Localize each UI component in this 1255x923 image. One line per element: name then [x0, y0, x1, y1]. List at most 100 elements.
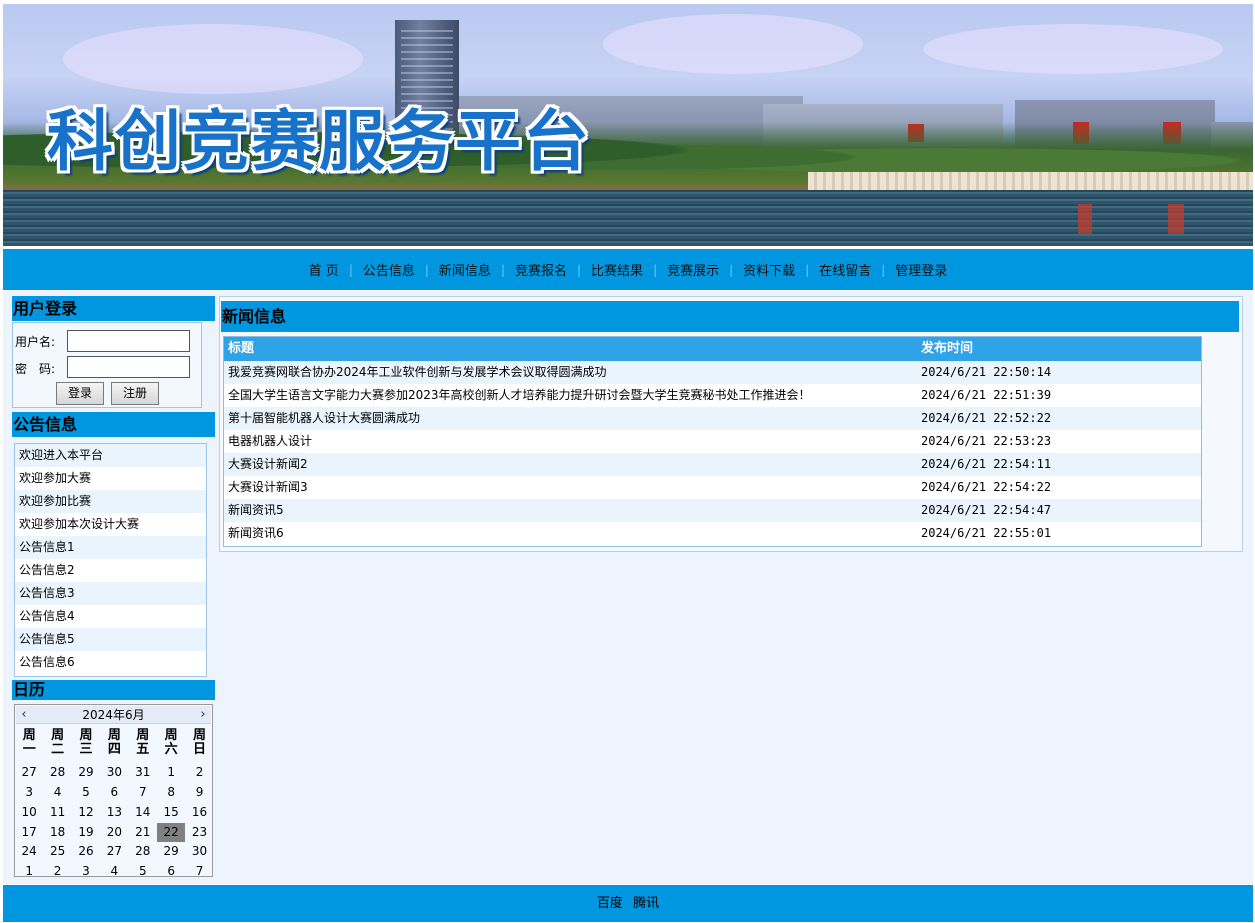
calendar-day[interactable]: 11 — [43, 803, 71, 822]
calendar-day[interactable]: 23 — [185, 823, 213, 842]
calendar-day[interactable]: 4 — [43, 783, 71, 802]
news-row-title[interactable]: 大赛设计新闻3 — [224, 476, 917, 499]
table-row[interactable]: 全国大学生语言文字能力大赛参加2023年高校创新人才培养能力提升研讨会暨大学生竞… — [224, 384, 1201, 407]
calendar-day[interactable]: 1 — [15, 862, 43, 881]
news-row-title[interactable]: 电器机器人设计 — [224, 430, 917, 453]
calendar-day[interactable]: 5 — [72, 783, 100, 802]
calendar-day[interactable]: 20 — [100, 823, 128, 842]
nav-item-notices[interactable]: 公告信息 — [353, 260, 425, 279]
username-input[interactable] — [67, 330, 190, 352]
nav-item-results[interactable]: 比赛结果 — [581, 260, 653, 279]
calendar-day[interactable]: 10 — [15, 803, 43, 822]
calendar-day[interactable]: 17 — [15, 823, 43, 842]
notice-item[interactable]: 公告信息3 — [15, 582, 206, 605]
notice-item[interactable]: 公告信息2 — [15, 559, 206, 582]
nav-item-messages[interactable]: 在线留言 — [809, 260, 881, 279]
calendar-day[interactable]: 6 — [157, 862, 185, 881]
news-row-title[interactable]: 大赛设计新闻2 — [224, 453, 917, 476]
nav-item-showcase[interactable]: 竞赛展示 — [657, 260, 729, 279]
calendar-day[interactable]: 18 — [43, 823, 71, 842]
news-row-title[interactable]: 新闻资讯6 — [224, 522, 917, 545]
chevron-right-icon[interactable]: › — [196, 706, 210, 723]
calendar-day[interactable]: 7 — [185, 862, 213, 881]
calendar-day[interactable]: 4 — [100, 862, 128, 881]
footer-link-tencent[interactable]: 腾讯 — [633, 896, 659, 911]
calendar-day[interactable]: 2 — [43, 862, 71, 881]
calendar-day[interactable]: 29 — [157, 842, 185, 861]
news-row-time: 2024/6/21 22:54:47 — [921, 503, 1052, 517]
table-row[interactable]: 第十届智能机器人设计大赛圆满成功 2024/6/21 22:52:22 — [224, 407, 1201, 430]
news-row-time: 2024/6/21 22:54:22 — [921, 480, 1052, 494]
calendar-day[interactable]: 25 — [43, 842, 71, 861]
calendar-day[interactable]: 28 — [129, 842, 157, 861]
calendar-day[interactable]: 2 — [185, 763, 213, 782]
nav-item-home[interactable]: 首 页 — [299, 260, 349, 279]
calendar-day[interactable]: 24 — [15, 842, 43, 861]
calendar-day[interactable]: 6 — [100, 783, 128, 802]
nav-item-registration[interactable]: 竞赛报名 — [505, 260, 577, 279]
password-input[interactable] — [67, 356, 190, 378]
calendar-day[interactable]: 15 — [157, 803, 185, 822]
calendar-week-row: 24 25 26 27 28 29 30 — [15, 842, 214, 861]
calendar-day[interactable]: 27 — [15, 763, 43, 782]
calendar-title: 日历 — [12, 680, 215, 700]
notice-item[interactable]: 公告信息4 — [15, 605, 206, 628]
chevron-left-icon[interactable]: ‹ — [17, 706, 31, 723]
register-button[interactable]: 注册 — [111, 382, 159, 405]
table-row[interactable]: 新闻资讯5 2024/6/21 22:54:47 — [224, 499, 1201, 522]
page-frame: 科创竞赛服务平台 首 页 | 公告信息 | 新闻信息 | 竞赛报名 | 比赛结果 | 竞赛… — [0, 0, 1255, 923]
notice-item[interactable]: 欢迎参加比赛 — [15, 490, 206, 513]
notice-item[interactable]: 公告信息5 — [15, 628, 206, 651]
calendar-day[interactable]: 1 — [157, 763, 185, 782]
login-button[interactable]: 登录 — [56, 382, 104, 405]
calendar-day[interactable]: 31 — [129, 763, 157, 782]
calendar-week-row: 17 18 19 20 21 22 23 — [15, 823, 214, 842]
calendar-day[interactable]: 9 — [185, 783, 213, 802]
calendar-day[interactable]: 5 — [129, 862, 157, 881]
calendar-day[interactable]: 16 — [185, 803, 213, 822]
news-row-title[interactable]: 全国大学生语言文字能力大赛参加2023年高校创新人才培养能力提升研讨会暨大学生竞… — [224, 384, 917, 407]
table-row[interactable]: 大赛设计新闻2 2024/6/21 22:54:11 — [224, 453, 1201, 476]
table-row[interactable]: 电器机器人设计 2024/6/21 22:53:23 — [224, 430, 1201, 453]
calendar-day[interactable]: 29 — [72, 763, 100, 782]
calendar-day[interactable]: 21 — [129, 823, 157, 842]
calendar-day[interactable]: 3 — [15, 783, 43, 802]
calendar-day[interactable]: 28 — [43, 763, 71, 782]
calendar-day[interactable]: 19 — [72, 823, 100, 842]
calendar-weekday: 周 二 — [51, 728, 65, 757]
calendar-day[interactable]: 14 — [129, 803, 157, 822]
notice-item[interactable]: 公告信息6 — [15, 651, 206, 674]
calendar-day[interactable]: 13 — [100, 803, 128, 822]
nav-item-admin-login[interactable]: 管理登录 — [885, 260, 957, 279]
notice-item[interactable]: 欢迎进入本平台 — [15, 444, 206, 467]
table-row[interactable]: 大赛设计新闻3 2024/6/21 22:54:22 — [224, 476, 1201, 499]
news-row-title[interactable]: 我爱竞赛网联合协办2024年工业软件创新与发展学术会议取得圆满成功 — [224, 361, 917, 384]
calendar-day[interactable]: 8 — [157, 783, 185, 802]
table-row[interactable]: 我爱竞赛网联合协办2024年工业软件创新与发展学术会议取得圆满成功 2024/6/… — [224, 361, 1201, 384]
calendar-day[interactable]: 7 — [129, 783, 157, 802]
news-row-time: 2024/6/21 22:53:23 — [921, 434, 1052, 448]
news-row-title[interactable]: 第十届智能机器人设计大赛圆满成功 — [224, 407, 917, 430]
cloud-decoration — [603, 14, 863, 74]
calendar-day[interactable]: 27 — [100, 842, 128, 861]
login-form: 用户名: 密 码: 登录 注册 — [12, 322, 202, 408]
calendar-day[interactable]: 12 — [72, 803, 100, 822]
password-label: 密 码: — [15, 362, 56, 376]
footer-link-baidu[interactable]: 百度 — [597, 896, 623, 911]
site-title: 科创竞赛服务平台 — [47, 102, 591, 180]
notice-item[interactable]: 欢迎参加大赛 — [15, 467, 206, 490]
calendar-day[interactable]: 30 — [185, 842, 213, 861]
nav-item-downloads[interactable]: 资料下载 — [733, 260, 805, 279]
calendar-day[interactable]: 30 — [100, 763, 128, 782]
calendar-week-row: 27 28 29 30 31 1 2 — [15, 763, 214, 782]
calendar-day[interactable]: 3 — [72, 862, 100, 881]
table-row[interactable]: 新闻资讯6 2024/6/21 22:55:01 — [224, 522, 1201, 545]
calendar-day[interactable]: 22 — [156, 823, 186, 842]
calendar-day[interactable]: 26 — [72, 842, 100, 861]
nav-item-news[interactable]: 新闻信息 — [429, 260, 501, 279]
notice-item[interactable]: 欢迎参加本次设计大赛 — [15, 513, 206, 536]
lake-decoration — [3, 190, 1253, 246]
news-row-title[interactable]: 新闻资讯5 — [224, 499, 917, 522]
notice-item[interactable]: 公告信息1 — [15, 536, 206, 559]
calendar-weekday: 周 六 — [164, 728, 178, 757]
